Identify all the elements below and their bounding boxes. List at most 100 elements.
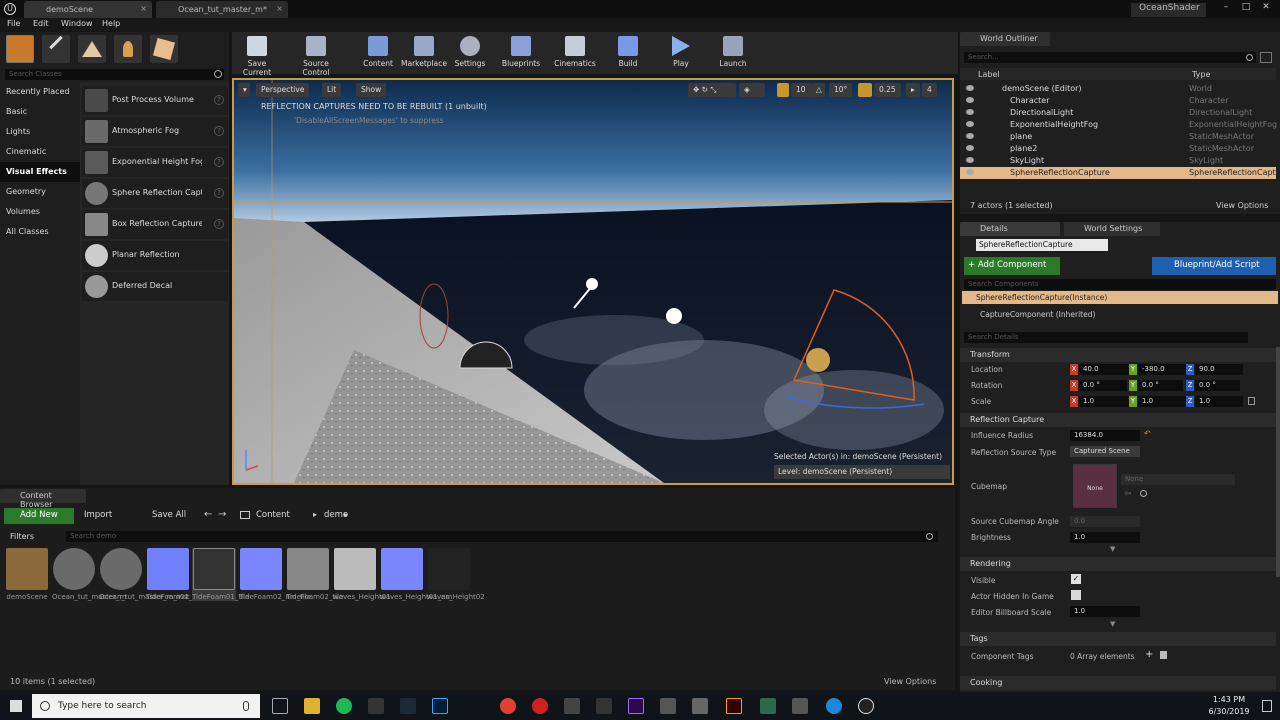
section-reflection-capture[interactable]: Reflection Capture xyxy=(960,413,1276,427)
camera-speed-value[interactable]: 4 xyxy=(922,83,937,97)
asset-tile[interactable]: TideFoam01_nm_tile xyxy=(146,548,218,601)
scale-z-field[interactable]: 1.0 xyxy=(1195,396,1243,407)
app-icon[interactable] xyxy=(760,698,776,714)
component-instance-row[interactable]: SphereReflectionCapture(Instance) xyxy=(962,291,1278,304)
eye-icon[interactable] xyxy=(966,109,974,115)
use-selected-arrow-icon[interactable]: ⇦ xyxy=(1124,489,1132,499)
eye-icon[interactable] xyxy=(966,157,974,163)
content-search-input[interactable]: Search demo xyxy=(66,531,938,542)
play-button[interactable]: Play xyxy=(658,34,704,74)
app-icon[interactable] xyxy=(368,698,384,714)
category-volumes[interactable]: Volumes xyxy=(0,202,80,222)
app-icon[interactable] xyxy=(532,698,548,714)
content-view-options[interactable]: View Options xyxy=(884,677,936,686)
clock-date[interactable]: 6/30/2019 xyxy=(1204,707,1254,716)
transform-tools[interactable]: ✥ ↻ ⤡ xyxy=(688,83,736,97)
help-icon[interactable]: ? xyxy=(214,95,224,105)
category-lights[interactable]: Lights xyxy=(0,122,80,142)
minimize-button[interactable]: – xyxy=(1218,2,1234,14)
add-element-icon[interactable]: + xyxy=(1145,649,1153,660)
blueprints-button[interactable]: Blueprints xyxy=(498,34,544,74)
section-rendering[interactable]: Rendering xyxy=(960,557,1276,571)
foliage-mode-icon[interactable] xyxy=(114,35,142,63)
rotation-z-field[interactable]: 0.0 ° xyxy=(1195,380,1240,391)
outliner-row[interactable]: plane StaticMeshActor xyxy=(960,131,1276,143)
actor-hidden-checkbox[interactable] xyxy=(1071,590,1081,600)
outliner-row[interactable]: DirectionalLight DirectionalLight xyxy=(960,107,1276,119)
help-icon[interactable]: ? xyxy=(214,188,224,198)
back-arrow-icon[interactable]: ← xyxy=(204,509,212,520)
rotation-snap-value[interactable]: 10° xyxy=(829,83,853,97)
category-visual-effects[interactable]: Visual Effects xyxy=(0,162,80,182)
influence-radius-field[interactable]: 16384.0 xyxy=(1070,430,1140,441)
microphone-icon[interactable] xyxy=(243,701,249,711)
tab-world-outliner[interactable]: World Outliner xyxy=(960,32,1050,46)
menu-help[interactable]: Help xyxy=(102,19,120,28)
category-basic[interactable]: Basic xyxy=(0,102,80,122)
path-content[interactable]: Content xyxy=(256,510,290,520)
viewport-options-button[interactable]: ▾ xyxy=(238,83,250,97)
maximize-button[interactable]: □ xyxy=(1238,2,1254,14)
outliner-row[interactable]: Character Character xyxy=(960,95,1276,107)
outliner-search-input[interactable]: Search... xyxy=(964,52,1256,63)
menu-window[interactable]: Window xyxy=(61,19,93,28)
rotation-snap-icon[interactable]: △ xyxy=(811,83,825,97)
outliner-row[interactable]: SkyLight SkyLight xyxy=(960,155,1276,167)
scale-snap-value[interactable]: 0.25 xyxy=(874,83,901,97)
details-scrollbar[interactable] xyxy=(1276,347,1280,577)
source-cubemap-angle-field[interactable]: 0.0 xyxy=(1070,516,1140,527)
asset-tile[interactable]: demoScene xyxy=(5,548,49,601)
import-button[interactable]: Import xyxy=(84,510,112,520)
landscape-mode-icon[interactable] xyxy=(78,35,106,63)
cinematics-button[interactable]: Cinematics xyxy=(552,34,598,74)
photos-icon[interactable] xyxy=(692,698,708,714)
build-button[interactable]: Build xyxy=(605,34,651,74)
add-component-button[interactable]: + Add Component xyxy=(964,257,1060,275)
scale-snap-icon[interactable] xyxy=(858,83,872,97)
settings-button[interactable]: Settings xyxy=(447,34,493,74)
outliner-view-options[interactable]: View Options xyxy=(1216,201,1268,210)
class-item[interactable]: Planar Reflection xyxy=(82,241,228,270)
brightness-field[interactable]: 1.0 xyxy=(1070,532,1140,543)
asset-tile[interactable]: waves_Height01 xyxy=(333,548,391,601)
eye-icon[interactable] xyxy=(966,97,974,103)
scale-x-field[interactable]: 1.0 xyxy=(1079,396,1131,407)
after-effects-icon[interactable] xyxy=(628,698,644,714)
app-icon[interactable] xyxy=(564,698,580,714)
col-label[interactable]: Label xyxy=(978,70,1000,79)
grid-snap-icon[interactable] xyxy=(777,83,789,97)
photoshop-icon[interactable] xyxy=(432,698,448,714)
col-type[interactable]: Type xyxy=(1192,70,1210,79)
eye-icon[interactable] xyxy=(966,169,974,175)
location-x-field[interactable]: 40.0 xyxy=(1079,364,1131,375)
eye-icon[interactable] xyxy=(966,85,974,91)
perspective-button[interactable]: Perspective xyxy=(256,83,310,97)
rotation-y-field[interactable]: 0.0 ° xyxy=(1138,380,1183,391)
category-all-classes[interactable]: All Classes xyxy=(0,222,80,242)
marketplace-button[interactable]: Marketplace xyxy=(398,34,450,74)
outliner-row-selected[interactable]: SphereReflectionCapture SphereReflectionC… xyxy=(960,167,1280,179)
forward-arrow-icon[interactable]: → xyxy=(218,509,226,520)
paint-mode-icon[interactable] xyxy=(42,35,70,63)
tab-details[interactable]: Details xyxy=(960,222,1060,236)
tab-material[interactable]: Ocean_tut_master_m* × xyxy=(156,1,288,18)
asset-tile[interactable]: Ocean_tut_master_m xyxy=(52,548,126,601)
class-item[interactable]: Atmospheric Fog? xyxy=(82,117,228,146)
close-window-button[interactable]: ✕ xyxy=(1258,2,1274,14)
eye-icon[interactable] xyxy=(966,133,974,139)
asset-tile[interactable]: waves_Height02 xyxy=(427,548,485,601)
object-name-field[interactable]: SphereReflectionCapture xyxy=(976,239,1108,251)
source-control-button[interactable]: Source Control xyxy=(290,34,342,77)
app-icon[interactable] xyxy=(792,698,808,714)
search-details-input[interactable]: Search Details xyxy=(964,332,1248,343)
steam-icon[interactable] xyxy=(400,698,416,714)
surface-snap-button[interactable]: ◈ xyxy=(739,83,765,97)
close-icon[interactable]: × xyxy=(276,4,283,13)
save-all-button[interactable]: Save All xyxy=(152,510,186,520)
category-recently-placed[interactable]: Recently Placed xyxy=(0,82,80,102)
illustrator-icon[interactable] xyxy=(726,698,742,714)
lock-icon[interactable] xyxy=(1248,397,1255,405)
scale-y-field[interactable]: 1.0 xyxy=(1138,396,1190,407)
add-new-button[interactable]: Add New xyxy=(4,508,74,524)
save-current-button[interactable]: Save Current xyxy=(234,34,280,77)
